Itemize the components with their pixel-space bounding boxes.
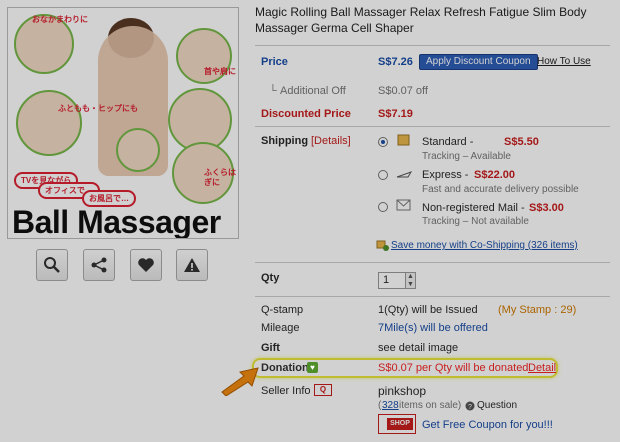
- seller-items-suffix: items on sale): [399, 400, 462, 411]
- question-icon: ?: [465, 401, 475, 411]
- mileage-text: 7Mile(s) will be offered: [378, 322, 488, 334]
- seller-question-link[interactable]: Question: [477, 400, 517, 411]
- pointer-arrow-icon: [221, 367, 259, 396]
- seller-name[interactable]: pinkshop: [378, 384, 426, 398]
- shipping-mail-price: S$3.00: [529, 202, 564, 214]
- discounted-price-value: S$7.19: [378, 108, 413, 120]
- additional-off-label: Additional Off: [280, 85, 346, 97]
- massager-device: [116, 128, 160, 172]
- plane-icon: [396, 171, 412, 178]
- caption-thigh: ふともも・ヒップにも: [58, 104, 138, 113]
- shipping-express-note: Fast and accurate delivery possible: [422, 184, 579, 195]
- qty-input[interactable]: 1: [378, 272, 406, 289]
- caption-neck: 首や肩に: [204, 67, 236, 76]
- discounted-price-label: Discounted Price: [261, 108, 351, 120]
- qstamp-text: 1(Qty) will be Issued: [378, 304, 478, 316]
- caption-stomach: おなかまわりに: [32, 15, 88, 24]
- divider: [255, 45, 610, 46]
- product-page: おなかまわりに 首や肩に ふともも・ヒップにも ふくらはぎに TVを見ながら オ…: [0, 0, 620, 442]
- gift-text: see detail image: [378, 342, 459, 354]
- divider: [255, 126, 610, 127]
- shipping-standard-note: Tracking – Available: [422, 151, 511, 162]
- get-coupon-link[interactable]: Get Free Coupon for you!!!: [422, 419, 553, 431]
- svg-text:?: ?: [468, 404, 472, 411]
- shipping-express-price: S$22.00: [474, 169, 515, 181]
- gift-label: Gift: [261, 342, 280, 354]
- heart-icon: [138, 258, 154, 272]
- zoom-icon: [44, 257, 60, 273]
- seller-q-badge: Q: [314, 384, 332, 396]
- shipping-mail-note: Tracking – Not available: [422, 216, 529, 227]
- coupon-shop-label: SHOP: [387, 418, 413, 430]
- divider: [255, 262, 610, 263]
- seller-items-count[interactable]: 328: [382, 400, 399, 411]
- donation-detail-link[interactable]: Detail: [528, 362, 556, 374]
- shipping-details-link[interactable]: [Details]: [311, 135, 351, 147]
- donation-text: S$0.07 per Qty will be donated.: [378, 362, 532, 374]
- coupon-icon[interactable]: SHOP: [378, 414, 416, 434]
- zoom-button[interactable]: [36, 249, 68, 281]
- price-label: Price: [261, 56, 288, 68]
- qty-spinner[interactable]: ▲ ▼: [406, 272, 416, 289]
- shipping-mail-name: Non-registered Mail -: [422, 202, 525, 214]
- seller-info-label: Seller Info: [261, 385, 311, 397]
- shipping-label: Shipping: [261, 135, 309, 147]
- product-action-row: [36, 249, 212, 281]
- shipping-mail-radio[interactable]: [378, 202, 388, 212]
- co-shipping-icon: [376, 240, 389, 251]
- product-title: Magic Rolling Ball Massager Relax Refres…: [255, 5, 587, 35]
- shipping-express-radio[interactable]: [378, 170, 388, 180]
- additional-off-arrow-icon: └: [269, 85, 277, 97]
- qty-label: Qty: [261, 272, 280, 284]
- product-logo-text: Ball Massager: [12, 204, 221, 239]
- warning-icon: [184, 258, 200, 272]
- wishlist-button[interactable]: [130, 249, 162, 281]
- usage-circle-thigh: [16, 90, 82, 156]
- donation-heart-icon: ♥: [307, 362, 318, 373]
- box-icon: [397, 134, 410, 146]
- apply-coupon-button[interactable]: Apply Discount Coupon: [419, 54, 538, 70]
- my-stamp-count: (My Stamp : 29): [498, 304, 577, 316]
- co-shipping-link[interactable]: Save money with Co-Shipping (326 items): [391, 240, 578, 251]
- shipping-standard-price: S$5.50: [504, 136, 539, 148]
- shipping-standard-radio[interactable]: [378, 137, 388, 147]
- shipping-express-name: Express -: [422, 169, 469, 181]
- mail-icon: [396, 199, 411, 211]
- share-icon: [91, 257, 107, 273]
- shipping-standard-name: Standard -: [422, 136, 474, 148]
- donation-label: Donation: [261, 362, 309, 374]
- product-image[interactable]: おなかまわりに 首や肩に ふともも・ヒップにも ふくらはぎに TVを見ながら オ…: [7, 7, 239, 239]
- seller-items-open: (: [378, 400, 382, 411]
- how-to-use-link[interactable]: How To Use: [537, 56, 591, 67]
- report-button[interactable]: [176, 249, 208, 281]
- price-value: S$7.26: [378, 56, 413, 68]
- caption-calf: ふくらはぎに: [204, 168, 236, 187]
- qstamp-label: Q-stamp: [261, 304, 304, 316]
- share-button[interactable]: [83, 249, 115, 281]
- mileage-label: Mileage: [261, 322, 300, 334]
- additional-off-value: S$0.07 off: [378, 85, 428, 97]
- divider: [255, 296, 610, 297]
